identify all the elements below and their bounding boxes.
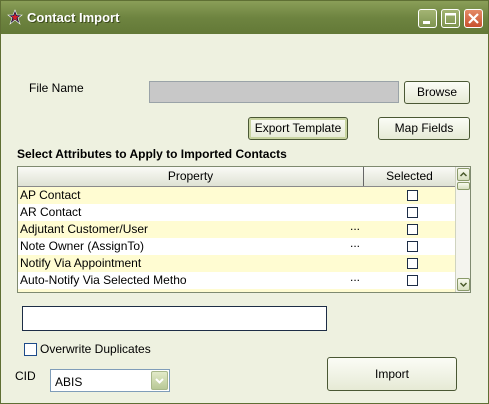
- property-cell: Notify Via Appointment: [20, 256, 142, 270]
- export-template-button[interactable]: Export Template: [248, 117, 348, 140]
- chevron-down-icon: [155, 378, 164, 384]
- attributes-section-title: Select Attributes to Apply to Imported C…: [17, 147, 287, 161]
- table-row-partial[interactable]: [18, 289, 455, 293]
- maximize-button[interactable]: [441, 9, 460, 28]
- property-cell: Note Owner (AssignTo): [20, 239, 145, 253]
- selected-checkbox[interactable]: [407, 241, 418, 252]
- file-name-field[interactable]: [149, 81, 399, 103]
- selected-checkbox[interactable]: [407, 258, 418, 269]
- property-cell: AR Contact: [20, 205, 82, 219]
- table-row[interactable]: Auto-Notify Via Selected Metho ...: [18, 269, 455, 289]
- attributes-grid[interactable]: Property Selected AP Contact AR Contact …: [17, 166, 471, 293]
- table-row[interactable]: Adjutant Customer/User ...: [18, 218, 455, 238]
- browse-button[interactable]: Browse: [404, 81, 470, 104]
- column-header-property[interactable]: Property: [18, 167, 364, 186]
- import-button[interactable]: Import: [327, 357, 457, 391]
- app-star-icon: [7, 9, 23, 25]
- selected-checkbox[interactable]: [407, 275, 418, 286]
- selected-checkbox[interactable]: [407, 207, 418, 218]
- scroll-down-button[interactable]: [457, 278, 470, 291]
- table-row[interactable]: AP Contact: [18, 187, 455, 204]
- scroll-thumb[interactable]: [457, 182, 470, 190]
- chevron-down-icon: [459, 282, 468, 288]
- close-icon: [468, 13, 479, 24]
- maximize-icon: [445, 13, 456, 24]
- overwrite-duplicates-label: Overwrite Duplicates: [40, 342, 151, 356]
- grid-vertical-scrollbar[interactable]: [455, 167, 470, 292]
- property-cell: Adjutant Customer/User: [20, 222, 149, 236]
- scroll-up-button[interactable]: [457, 168, 470, 181]
- grid-header: Property Selected: [18, 167, 455, 187]
- window-title: Contact Import: [27, 10, 120, 25]
- table-row[interactable]: Note Owner (AssignTo) ...: [18, 235, 455, 255]
- property-cell: AP Contact: [20, 188, 81, 202]
- file-name-label: File Name: [29, 81, 84, 95]
- selected-checkbox[interactable]: [407, 224, 418, 235]
- status-text-field[interactable]: [22, 306, 327, 331]
- column-header-selected[interactable]: Selected: [364, 167, 455, 186]
- map-fields-button[interactable]: Map Fields: [378, 117, 470, 140]
- chevron-up-icon: [459, 171, 468, 177]
- title-bar[interactable]: Contact Import: [1, 1, 488, 34]
- overwrite-duplicates-checkbox[interactable]: [24, 343, 37, 356]
- minimize-icon: [423, 21, 430, 24]
- table-row[interactable]: Notify Via Appointment: [18, 255, 455, 272]
- selected-checkbox[interactable]: [407, 190, 418, 201]
- close-button[interactable]: [464, 9, 483, 28]
- property-cell: Auto-Notify Via Selected Metho: [20, 273, 187, 287]
- more-options-button[interactable]: ...: [350, 235, 360, 252]
- cid-dropdown-button[interactable]: [151, 371, 168, 390]
- attribute-rows: AP Contact AR Contact Adjutant Customer/…: [18, 187, 455, 293]
- cid-select[interactable]: ABIS: [50, 369, 170, 392]
- selected-checkbox[interactable]: [407, 292, 418, 293]
- contact-import-window: Contact Import File Name Browse Export T…: [0, 0, 489, 404]
- cid-value: ABIS: [55, 375, 83, 389]
- more-options-button[interactable]: ...: [350, 269, 360, 286]
- minimize-button[interactable]: [418, 9, 437, 28]
- table-row[interactable]: AR Contact: [18, 204, 455, 221]
- more-options-button[interactable]: ...: [350, 218, 360, 235]
- cid-label: CID: [15, 369, 36, 383]
